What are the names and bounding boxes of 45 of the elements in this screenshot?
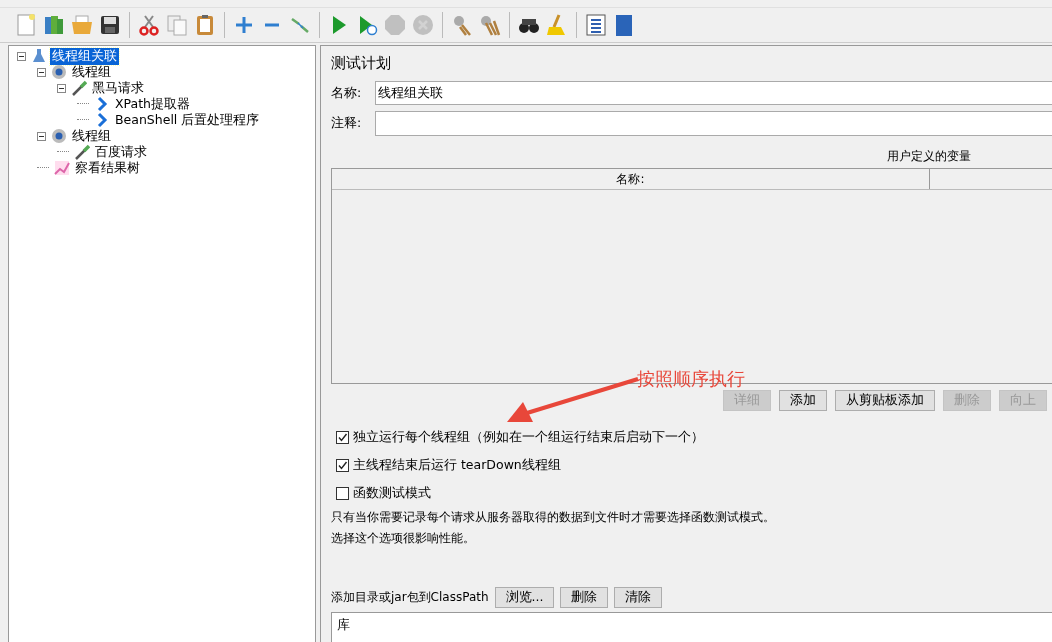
text-field[interactable]: 线程组关联: [375, 81, 1052, 105]
tree-toggle[interactable]: [57, 83, 66, 93]
field-label: 注释:: [331, 114, 363, 132]
table-button[interactable]: 添加: [779, 390, 827, 411]
tree-toggle[interactable]: [17, 51, 26, 61]
tree-item[interactable]: 线程组关联: [50, 47, 119, 65]
classpath-button[interactable]: 删除: [560, 587, 609, 608]
tree-item[interactable]: 察看结果树: [73, 159, 142, 177]
tree-item[interactable]: BeanShell 后置处理程序: [113, 111, 262, 129]
pipette-icon: [71, 80, 87, 96]
classpath-button[interactable]: 浏览...: [494, 587, 555, 608]
checkbox-label: 独立运行每个线程组（例如在一个组运行结束后启动下一个）: [353, 428, 704, 446]
checkbox[interactable]: [336, 430, 349, 444]
column-header: 库: [336, 616, 351, 634]
tree-toggle[interactable]: [37, 67, 46, 77]
tree-toggle[interactable]: [37, 131, 46, 141]
annotation-text: 按照顺序执行: [637, 368, 745, 389]
tree-item[interactable]: 百度请求: [93, 143, 149, 161]
classpath-button[interactable]: 清除: [614, 587, 663, 608]
text-field[interactable]: [375, 110, 1052, 136]
floppy-icon[interactable]: [98, 13, 122, 37]
tree-item[interactable]: 线程组: [70, 63, 113, 81]
tree-item[interactable]: 线程组: [70, 127, 113, 145]
flask-icon: [31, 48, 47, 64]
scissors-icon[interactable]: [137, 13, 161, 37]
checkbox[interactable]: [336, 486, 349, 500]
panel-title: 测试计划: [331, 54, 392, 74]
tree-item[interactable]: 黑马请求: [90, 79, 146, 97]
classpath-label: 添加目录或jar包到ClassPath: [331, 589, 489, 606]
checkbox[interactable]: [336, 458, 349, 472]
gear-icon: [51, 64, 67, 80]
list-icon[interactable]: [584, 13, 608, 37]
checkbox-label: 主线程结束后运行 tearDown线程组: [353, 456, 561, 474]
info-text: 选择这个选项很影响性能。: [331, 530, 476, 547]
tree-item[interactable]: XPath提取器: [113, 95, 193, 113]
pipette-icon: [74, 144, 90, 160]
chart-icon: [54, 160, 70, 176]
table-button[interactable]: 从剪贴板添加: [835, 390, 935, 411]
info-text: 只有当你需要记录每个请求从服务器取得的数据到文件时才需要选择函数测试模式。: [331, 509, 776, 526]
field-label: 名称:: [331, 84, 363, 102]
gear-icon: [51, 128, 67, 144]
binders-icon[interactable]: [42, 13, 66, 37]
column-header: 名称:: [332, 169, 930, 189]
table-caption: 用户定义的变量: [887, 148, 972, 165]
checkbox-label: 函数测试模式: [353, 484, 431, 502]
